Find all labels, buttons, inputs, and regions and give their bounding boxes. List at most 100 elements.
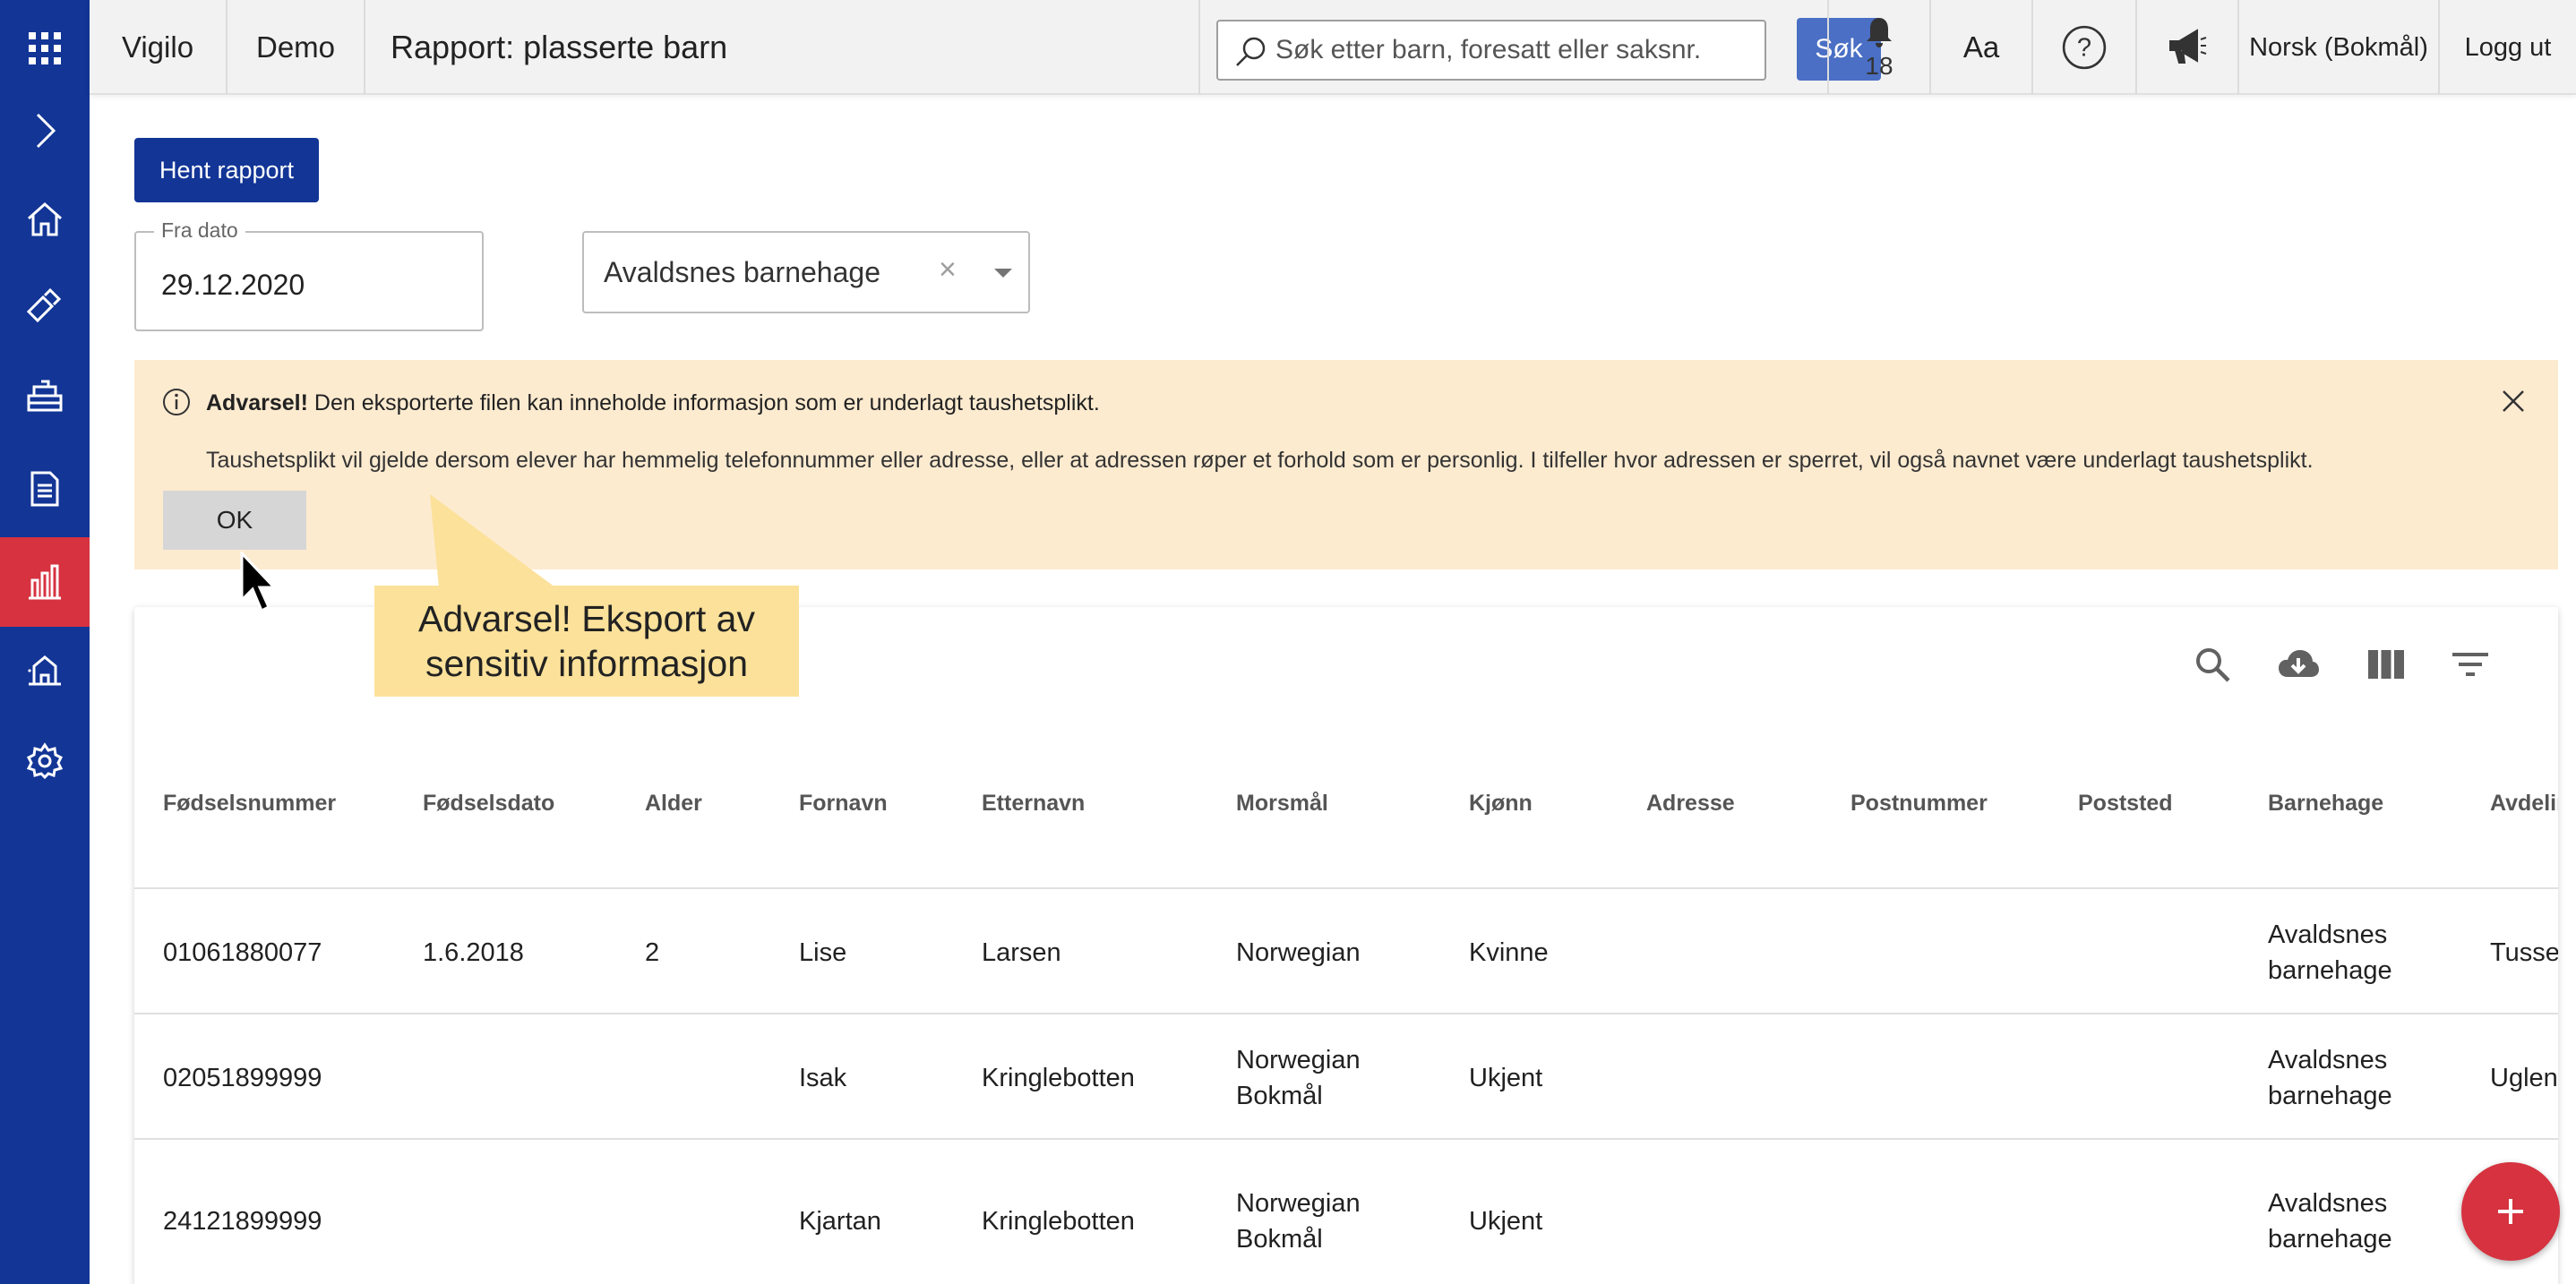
column-header-adresse[interactable]: Adresse	[1646, 791, 1735, 817]
kindergarten-select[interactable]: Avaldsnes barnehage ×	[582, 231, 1030, 313]
sidebar-item-children[interactable]	[0, 351, 90, 441]
info-icon	[163, 389, 190, 415]
sidebar-item-reports[interactable]	[0, 537, 90, 627]
sidebar-item-kindergarten[interactable]	[0, 623, 90, 713]
cell-barnehage-line2: barnehage	[2268, 1225, 2392, 1254]
cell-fodselsnummer: 24121899999	[163, 1207, 322, 1236]
home-icon	[28, 201, 62, 236]
search-icon[interactable]	[2191, 643, 2234, 686]
kindergarten-select-value: Avaldsnes barnehage	[604, 255, 880, 288]
search-placeholder: Søk etter barn, foresatt eller saksnr.	[1275, 35, 1702, 64]
cell-avdeling: Uglen	[2490, 1064, 2558, 1092]
svg-text:?: ?	[2077, 33, 2091, 62]
building-icon	[27, 655, 61, 686]
column-header-alder[interactable]: Alder	[645, 791, 702, 817]
column-header-fodselsdato[interactable]: Fødselsdato	[423, 791, 554, 817]
cell-barnehage-line2: barnehage	[2268, 1082, 2392, 1110]
column-header-morsmal[interactable]: Morsmål	[1236, 791, 1328, 817]
columns-icon[interactable]	[2365, 643, 2408, 686]
sidebar-item-settings[interactable]	[0, 716, 90, 806]
from-date-label: Fra dato	[154, 218, 245, 243]
warning-message: Den eksporterte filen kan inneholde info…	[307, 390, 1100, 415]
column-header-kjonn[interactable]: Kjønn	[1469, 791, 1533, 817]
callout-line1: Advarsel! Eksport av	[418, 598, 755, 639]
language-selector[interactable]: Norsk (Bokmål)	[2239, 0, 2440, 95]
dropdown-arrow-icon[interactable]	[994, 269, 1012, 278]
warning-detail: Taushetsplikt vil gjelde dersom elever h…	[206, 448, 2314, 473]
mouse-cursor-icon	[240, 552, 278, 613]
fetch-report-button[interactable]: Hent rapport	[134, 138, 319, 202]
column-header-fodselsnummer[interactable]: Fødselsnummer	[163, 791, 336, 817]
cell-morsmal-line1: Norwegian	[1236, 1189, 1361, 1218]
filter-icon[interactable]	[2449, 643, 2492, 686]
cell-fodselsnummer: 02051899999	[163, 1064, 322, 1092]
help-button[interactable]: ?	[2033, 0, 2137, 95]
sidebar-item-home[interactable]	[0, 174, 90, 263]
cloud-download-icon[interactable]	[2277, 643, 2320, 686]
report-table: Fødselsnummer Fødselsdato Alder Fornavn …	[134, 607, 2558, 1284]
callout-pointer	[430, 494, 555, 587]
from-date-value: 29.12.2020	[161, 269, 305, 301]
cell-barnehage-line2: barnehage	[2268, 956, 2392, 985]
add-button[interactable]	[2461, 1162, 2560, 1261]
annotation-callout: Advarsel! Eksport av sensitiv informasjo…	[374, 586, 799, 697]
sidebar-item-documents[interactable]	[0, 444, 90, 534]
cradle-icon	[27, 380, 63, 412]
warning-text: Advarsel! Den eksporterte filen kan inne…	[206, 390, 1100, 416]
app-name[interactable]: Vigilo	[90, 0, 228, 95]
cell-barnehage-line1: Avaldsnes	[2268, 1046, 2388, 1074]
cell-fodselsnummer: 01061880077	[163, 938, 322, 967]
cell-avdeling: Tusse	[2490, 938, 2558, 967]
cell-kjonn: Ukjent	[1469, 1207, 1543, 1236]
page-title: Rapport: plasserte barn	[365, 0, 1200, 95]
cell-barnehage-line1: Avaldsnes	[2268, 1189, 2388, 1218]
cell-fornavn: Isak	[799, 1064, 847, 1092]
top-bar: Vigilo Demo Rapport: plasserte barn Søk …	[90, 0, 2576, 95]
divider	[134, 887, 2558, 889]
column-header-avdeling[interactable]: Avdelin	[2490, 791, 2558, 817]
column-header-fornavn[interactable]: Fornavn	[799, 791, 888, 817]
notifications-button[interactable]: 18	[1827, 0, 1931, 95]
plus-icon	[2498, 1199, 2523, 1224]
chevron-right-icon	[36, 113, 56, 149]
ok-button[interactable]: OK	[163, 491, 306, 550]
megaphone-icon	[2169, 29, 2207, 64]
announcements-button[interactable]	[2137, 0, 2239, 95]
settings-icon	[26, 742, 64, 780]
font-size-button[interactable]: Aa	[1931, 0, 2033, 95]
cell-kjonn: Ukjent	[1469, 1064, 1543, 1092]
cell-etternavn: Larsen	[982, 938, 1061, 967]
from-date-field[interactable]: Fra dato 29.12.2020	[134, 218, 484, 331]
apps-icon	[29, 32, 61, 64]
search-input[interactable]: Søk etter barn, foresatt eller saksnr.	[1216, 20, 1766, 81]
document-icon	[30, 471, 59, 507]
search-icon	[1236, 37, 1266, 66]
expand-sidebar-button[interactable]	[0, 86, 90, 175]
cell-morsmal-line1: Norwegian	[1236, 1046, 1361, 1074]
column-header-barnehage[interactable]: Barnehage	[2268, 791, 2383, 817]
column-header-postnummer[interactable]: Postnummer	[1850, 791, 1988, 817]
sidebar-item-planning[interactable]	[0, 260, 90, 349]
cell-etternavn: Kringlebotten	[982, 1207, 1135, 1236]
sidebar	[0, 0, 90, 1284]
column-header-etternavn[interactable]: Etternavn	[982, 791, 1085, 817]
cell-fornavn: Kjartan	[799, 1207, 881, 1236]
cell-barnehage-line1: Avaldsnes	[2268, 920, 2388, 949]
apps-menu-button[interactable]	[0, 4, 90, 93]
warning-title: Advarsel!	[206, 390, 308, 415]
help-icon: ?	[2062, 25, 2107, 70]
org-name[interactable]: Demo	[228, 0, 365, 95]
close-icon[interactable]	[2499, 387, 2528, 415]
column-header-poststed[interactable]: Poststed	[2078, 791, 2173, 817]
bell-icon	[1867, 18, 1892, 47]
clear-icon[interactable]: ×	[939, 253, 957, 287]
divider	[134, 1013, 2558, 1014]
callout-line2: sensitiv informasjon	[425, 643, 749, 684]
cell-kjonn: Kvinne	[1469, 938, 1549, 967]
chart-icon	[29, 564, 61, 600]
divider	[134, 1138, 2558, 1140]
pencil-ruler-icon	[26, 287, 62, 323]
logout-button[interactable]: Logg ut	[2440, 0, 2576, 95]
notification-count: 18	[1865, 52, 1893, 80]
cell-fodselsdato: 1.6.2018	[423, 938, 524, 967]
